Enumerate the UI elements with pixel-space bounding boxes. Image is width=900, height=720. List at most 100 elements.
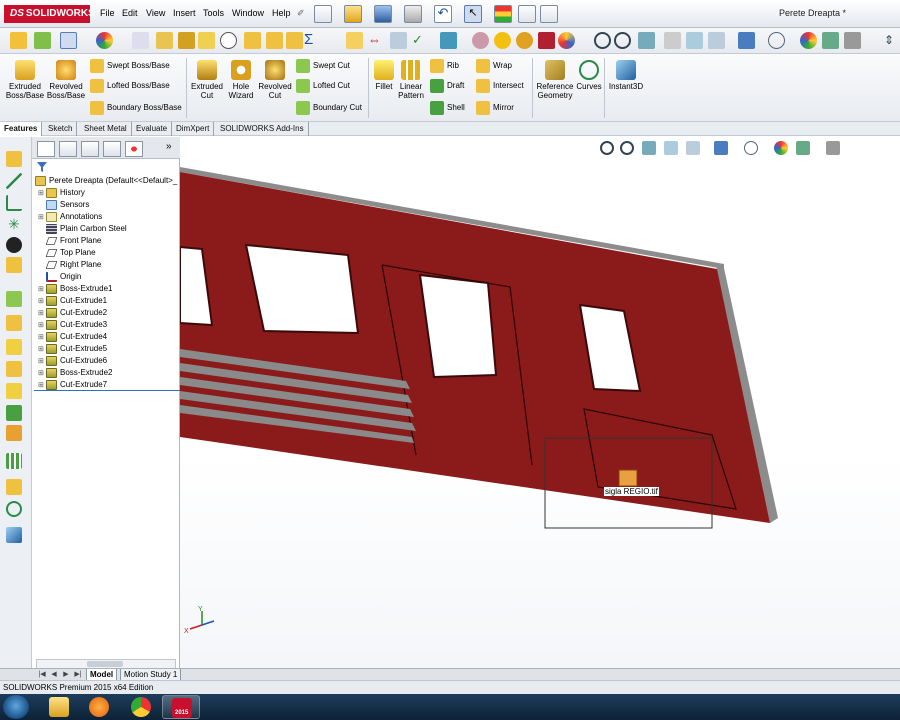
taskbar-media-player[interactable] (80, 695, 118, 719)
tab-evaluate[interactable]: Evaluate (132, 122, 173, 136)
section-view-icon[interactable] (638, 32, 655, 49)
display-style-icon[interactable] (708, 32, 725, 49)
feature-tree-tab-icon[interactable] (37, 141, 55, 157)
tab-features[interactable]: Features (0, 122, 43, 136)
feature-icon-6[interactable] (6, 405, 22, 421)
fillet-button[interactable]: Fillet (372, 60, 396, 91)
feature-icon-2[interactable] (6, 315, 22, 331)
taskbar-solidworks[interactable]: 2015 (162, 695, 200, 719)
tool-icon-e[interactable] (558, 32, 575, 49)
filter-icon[interactable] (37, 162, 47, 172)
edit-appearance-icon[interactable] (800, 32, 817, 49)
feature-icon-4[interactable] (6, 361, 22, 377)
menu-tools[interactable]: Tools (203, 8, 224, 18)
tree-item[interactable]: ⊞ Boss-Extrude2 (38, 367, 112, 379)
feature-icon-8[interactable] (6, 479, 22, 495)
checkbox-icon-3[interactable] (286, 32, 303, 49)
tree-item[interactable]: ⊞ Boss-Extrude1 (38, 283, 112, 295)
tree-item[interactable]: Sensors (38, 199, 89, 211)
scroll-prev-icon[interactable]: ◀ (50, 670, 58, 679)
image-file-icon[interactable] (618, 469, 638, 487)
tab-dimxpert[interactable]: DimXpert (172, 122, 215, 136)
checkbox-icon-2[interactable] (266, 32, 283, 49)
tab-sheet-metal[interactable]: Sheet Metal (80, 122, 132, 136)
tree-item[interactable]: ⊞ Annotations (38, 211, 102, 223)
configuration-manager-tab-icon[interactable] (81, 141, 99, 157)
start-button[interactable] (3, 695, 29, 719)
menu-view[interactable]: View (146, 8, 165, 18)
menu-edit[interactable]: Edit (122, 8, 138, 18)
glasses-icon[interactable] (768, 32, 785, 49)
shell-button[interactable]: Shell (430, 100, 465, 116)
revolved-boss-button[interactable]: Revolved Boss/Base (46, 60, 86, 100)
mate-icon[interactable] (6, 257, 22, 273)
view-orientation-icon[interactable] (686, 32, 703, 49)
tool-icon-c[interactable] (516, 32, 533, 49)
check-icon[interactable]: ✓ (412, 32, 429, 49)
tree-item[interactable]: ⊞ History (38, 187, 85, 199)
options-icon[interactable] (540, 5, 558, 23)
revolved-cut-button[interactable]: Revolved Cut (258, 60, 292, 100)
scale-icon[interactable] (178, 32, 195, 49)
grid-icon[interactable] (440, 32, 457, 49)
origin-icon[interactable] (6, 237, 22, 253)
zoom-fit-icon[interactable] (594, 32, 611, 49)
select-filter-icon[interactable] (60, 32, 77, 49)
menu-file[interactable]: File (100, 8, 115, 18)
extruded-cut-button[interactable]: Extruded Cut (190, 60, 224, 100)
tree-item[interactable]: ⊞ Cut-Extrude6 (38, 355, 107, 367)
split-icon[interactable]: ⇔ (368, 32, 385, 49)
point-icon[interactable]: ✳ (6, 217, 22, 233)
note-icon[interactable] (198, 32, 215, 49)
tab-addins[interactable]: SOLIDWORKS Add-Ins (216, 122, 309, 136)
reference-geometry-button[interactable]: Reference Geometry (536, 60, 574, 100)
property-manager-tab-icon[interactable] (59, 141, 77, 157)
menu-window[interactable]: Window (232, 8, 264, 18)
appearance-icon[interactable] (96, 32, 113, 49)
display-settings-icon[interactable] (844, 32, 861, 49)
rib-button[interactable]: Rib (430, 58, 459, 74)
toolbar-icon-2[interactable] (34, 32, 51, 49)
display-manager-tab-icon[interactable] (125, 141, 143, 157)
extruded-boss-button[interactable]: Extruded Boss/Base (4, 60, 46, 100)
new-document-icon[interactable] (314, 5, 332, 23)
toolbar-icon-1[interactable] (10, 32, 27, 49)
mirror-button[interactable]: Mirror (476, 100, 514, 116)
tree-item[interactable]: Front Plane (38, 235, 101, 247)
tool-icon-d[interactable] (538, 32, 555, 49)
curve-icon[interactable] (6, 501, 22, 517)
tool-icon-a[interactable] (472, 32, 489, 49)
feature-icon-7[interactable] (6, 425, 22, 441)
swept-boss-button[interactable]: Swept Boss/Base (90, 58, 170, 74)
tree-item[interactable]: ⊞ Cut-Extrude3 (38, 319, 107, 331)
wrap-button[interactable]: Wrap (476, 58, 512, 74)
hide-show-icon[interactable] (738, 32, 755, 49)
tree-item[interactable]: ⊞ Cut-Extrude1 (38, 295, 107, 307)
instant3d-button[interactable]: Instant3D (608, 60, 644, 91)
curves-button[interactable]: Curves (574, 60, 604, 91)
taskbar-chrome[interactable] (122, 695, 160, 719)
scrollbar-thumb[interactable] (87, 661, 123, 667)
triangle-icon[interactable] (346, 32, 363, 49)
undo-icon[interactable]: ↶ (434, 5, 452, 23)
graphics-area[interactable]: Y X sigla REGIO.tif (180, 137, 900, 668)
boundary-cut-button[interactable]: Boundary Cut (296, 100, 362, 116)
rebuild-icon[interactable] (494, 5, 512, 23)
expand-icon[interactable]: ⇕ (884, 32, 900, 49)
sum-icon[interactable]: Σ (304, 32, 321, 49)
feature-icon-1[interactable] (6, 291, 22, 307)
tree-item[interactable]: ⊞ Cut-Extrude4 (38, 331, 107, 343)
open-icon[interactable] (344, 5, 362, 23)
swept-cut-button[interactable]: Swept Cut (296, 58, 350, 74)
scene-icon[interactable] (822, 32, 839, 49)
spell-check-icon[interactable] (132, 32, 149, 49)
tree-root[interactable]: Perete Dreapta (Default<<Default>_ (35, 175, 177, 187)
axis-icon[interactable] (6, 195, 22, 211)
feature-icon-3[interactable] (6, 339, 22, 355)
draft-button[interactable]: Draft (430, 78, 464, 94)
lofted-cut-button[interactable]: Lofted Cut (296, 78, 350, 94)
tree-item[interactable]: ⊞ Cut-Extrude5 (38, 343, 107, 355)
select-icon[interactable]: ↖ (464, 5, 482, 23)
file-properties-icon[interactable] (518, 5, 536, 23)
tool-icon-b[interactable] (494, 32, 511, 49)
